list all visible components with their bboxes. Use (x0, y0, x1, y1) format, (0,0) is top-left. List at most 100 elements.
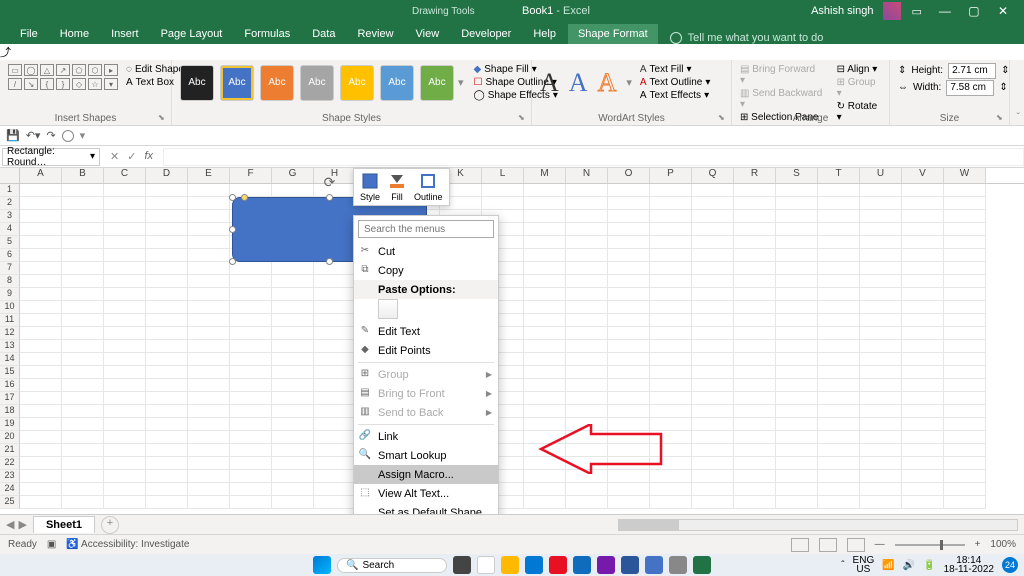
cell[interactable] (818, 327, 860, 340)
cell[interactable] (902, 340, 944, 353)
cell[interactable] (860, 418, 902, 431)
mini-outline-button[interactable]: Outline (414, 172, 443, 202)
column-header[interactable]: V (902, 168, 944, 183)
cell[interactable] (146, 470, 188, 483)
cell[interactable] (734, 444, 776, 457)
cell[interactable] (314, 418, 356, 431)
cell[interactable] (692, 392, 734, 405)
resize-handle[interactable] (229, 226, 236, 233)
cell[interactable] (818, 301, 860, 314)
cell[interactable] (734, 184, 776, 197)
tab-file[interactable]: File (10, 24, 48, 44)
cell[interactable] (314, 431, 356, 444)
cell[interactable] (272, 275, 314, 288)
cell[interactable] (230, 353, 272, 366)
cell[interactable] (902, 483, 944, 496)
notification-badge[interactable]: 24 (1002, 557, 1018, 573)
cell[interactable] (314, 275, 356, 288)
edge-icon[interactable] (525, 556, 543, 574)
cell[interactable] (818, 470, 860, 483)
cell[interactable] (650, 223, 692, 236)
cell[interactable] (650, 496, 692, 509)
wordart-gallery[interactable]: A A A ▾ (540, 68, 632, 98)
width-input[interactable] (946, 80, 994, 96)
cell[interactable] (608, 457, 650, 470)
cell[interactable] (734, 223, 776, 236)
page-break-view-icon[interactable] (847, 538, 865, 552)
cell[interactable] (524, 249, 566, 262)
cell[interactable] (944, 340, 986, 353)
menu-item-assign-macro[interactable]: Assign Macro... (354, 465, 498, 484)
cell[interactable] (692, 340, 734, 353)
cell[interactable] (524, 457, 566, 470)
menu-item-alt-text[interactable]: ⬚View Alt Text... (354, 484, 498, 503)
cell[interactable] (524, 314, 566, 327)
cell[interactable] (104, 314, 146, 327)
cell[interactable] (818, 379, 860, 392)
cell[interactable] (902, 301, 944, 314)
menu-item-link[interactable]: 🔗Link (354, 427, 498, 446)
cell[interactable] (104, 379, 146, 392)
cell[interactable] (692, 470, 734, 483)
menu-item-bring-front[interactable]: ▤Bring to Front▶ (354, 384, 498, 403)
cell[interactable] (650, 340, 692, 353)
cell[interactable] (776, 457, 818, 470)
cell[interactable] (104, 275, 146, 288)
cell[interactable] (818, 457, 860, 470)
cell[interactable] (20, 496, 62, 509)
cell[interactable] (944, 301, 986, 314)
cell[interactable] (860, 405, 902, 418)
cell[interactable] (230, 275, 272, 288)
cell[interactable] (188, 444, 230, 457)
cell[interactable] (20, 314, 62, 327)
cell[interactable] (272, 431, 314, 444)
menu-item-copy[interactable]: ⧉Copy (354, 261, 498, 280)
cell[interactable] (62, 366, 104, 379)
row-header[interactable]: 18 (0, 405, 20, 418)
cell[interactable] (524, 366, 566, 379)
cell[interactable] (944, 418, 986, 431)
cell[interactable] (188, 223, 230, 236)
cell[interactable] (608, 470, 650, 483)
cell[interactable] (692, 184, 734, 197)
menu-item-edit-points[interactable]: ◆Edit Points (354, 341, 498, 360)
cell[interactable] (104, 340, 146, 353)
cell[interactable] (650, 197, 692, 210)
cell[interactable] (272, 340, 314, 353)
cell[interactable] (62, 236, 104, 249)
cell[interactable] (608, 314, 650, 327)
cell[interactable] (860, 366, 902, 379)
cell[interactable] (104, 301, 146, 314)
cell[interactable] (524, 301, 566, 314)
cell[interactable] (944, 457, 986, 470)
cell[interactable] (944, 431, 986, 444)
cell[interactable] (146, 418, 188, 431)
cell[interactable] (776, 379, 818, 392)
cell[interactable] (692, 353, 734, 366)
menu-search-input[interactable] (358, 220, 494, 238)
cell[interactable] (776, 405, 818, 418)
cell[interactable] (608, 210, 650, 223)
cell[interactable] (944, 392, 986, 405)
cell[interactable] (230, 444, 272, 457)
cell[interactable] (734, 236, 776, 249)
column-header[interactable]: F (230, 168, 272, 183)
outlook-icon[interactable] (573, 556, 591, 574)
menu-item-smart-lookup[interactable]: 🔍Smart Lookup (354, 446, 498, 465)
cell[interactable] (188, 496, 230, 509)
cell[interactable] (776, 340, 818, 353)
cell[interactable] (314, 457, 356, 470)
cell[interactable] (776, 483, 818, 496)
maximize-button[interactable]: ▢ (961, 4, 987, 18)
cell[interactable] (272, 184, 314, 197)
cell[interactable] (146, 405, 188, 418)
cell[interactable] (944, 288, 986, 301)
cell[interactable] (104, 392, 146, 405)
cell[interactable] (314, 470, 356, 483)
horizontal-scrollbar[interactable] (618, 519, 1018, 531)
cell[interactable] (734, 249, 776, 262)
cell[interactable] (566, 431, 608, 444)
cell[interactable] (566, 197, 608, 210)
cell[interactable] (650, 288, 692, 301)
cell[interactable] (146, 249, 188, 262)
